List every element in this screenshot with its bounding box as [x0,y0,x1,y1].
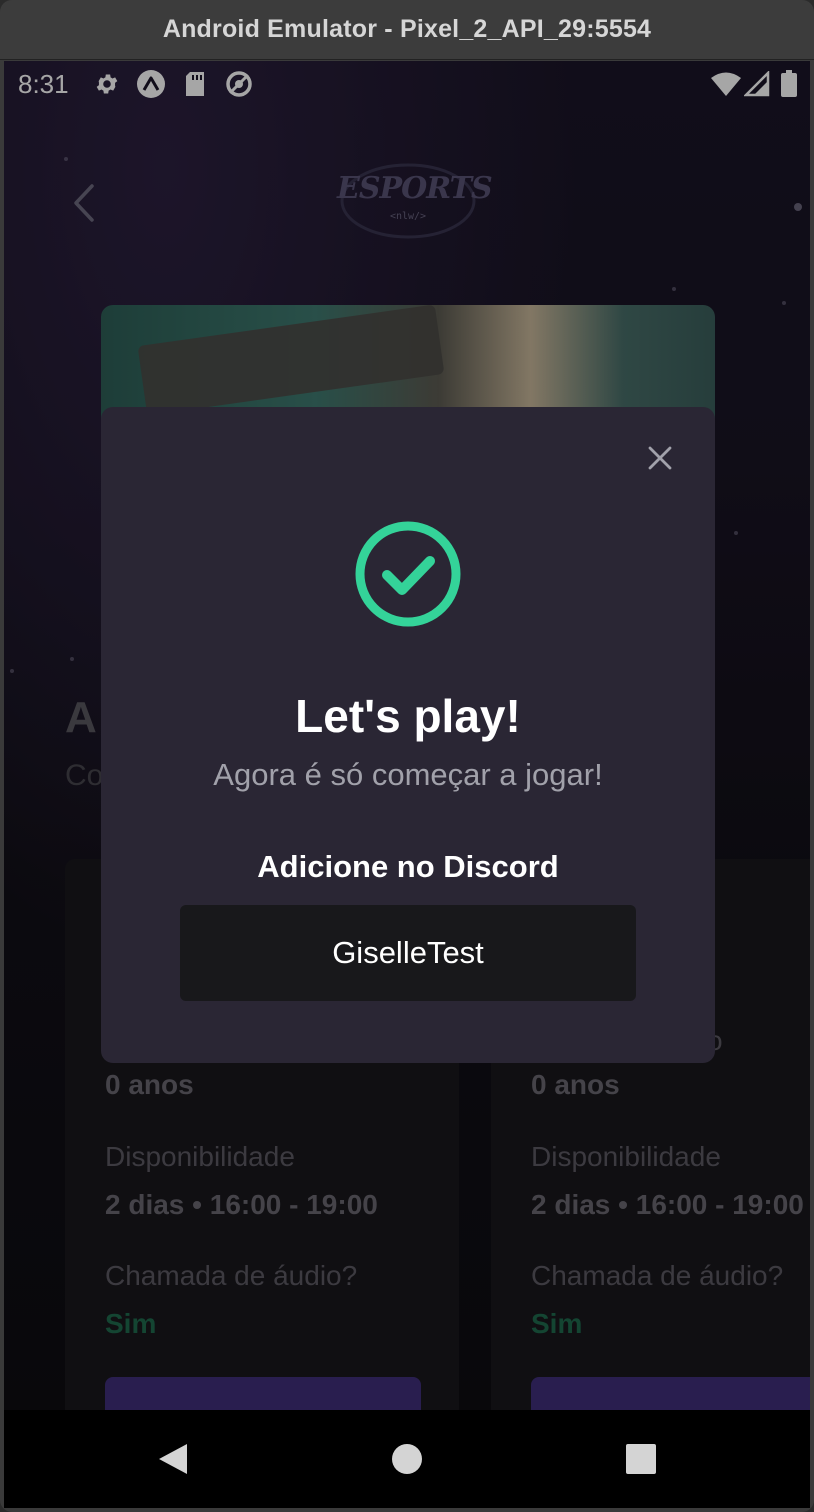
app-background: 8:31 ESPORTS <nlw/> A Co 0 anos Disponib… [4,61,810,1437]
emulator-window: Android Emulator - Pixel_2_API_29:5554 8… [0,0,814,1512]
window-titlebar: Android Emulator - Pixel_2_API_29:5554 [0,0,814,60]
modal-subtitle: Agora é só começar a jogar! [213,757,603,792]
check-circle-icon [353,519,463,629]
close-icon[interactable] [645,443,675,473]
discord-username-box[interactable]: GiselleTest [180,905,636,1001]
success-modal: Let's play! Agora é só começar a jogar! … [101,407,715,1063]
window-title: Android Emulator - Pixel_2_API_29:5554 [162,15,652,43]
navigation-bar [4,1410,810,1508]
modal-title: Let's play! [295,690,521,742]
device-screen: 8:31 ESPORTS <nlw/> A Co 0 anos Disponib… [4,61,810,1508]
nav-recents-icon[interactable] [614,1432,668,1486]
nav-back-icon[interactable] [146,1432,200,1486]
nav-home-icon[interactable] [380,1432,434,1486]
discord-label: Adicione no Discord [257,849,559,884]
